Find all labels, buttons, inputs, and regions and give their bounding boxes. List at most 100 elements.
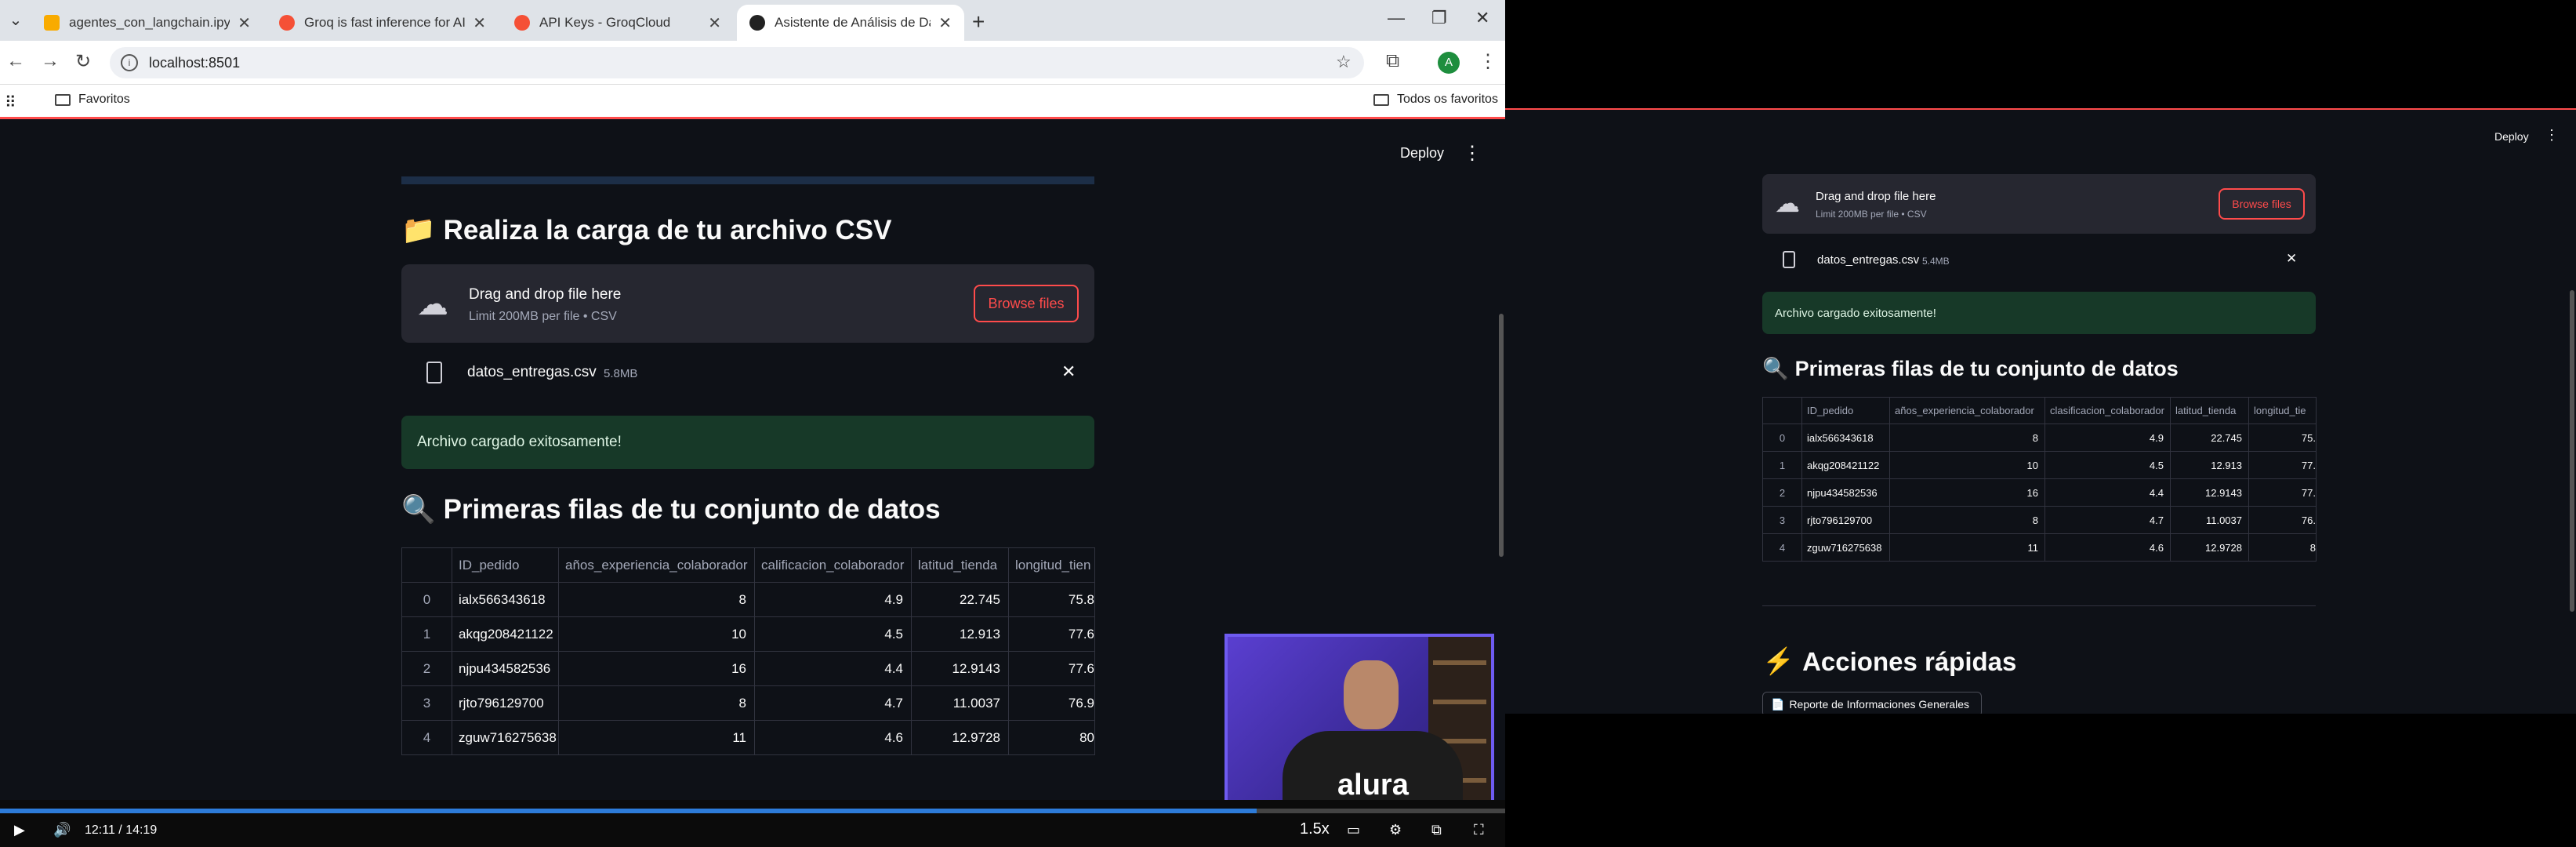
deploy-button[interactable]: Deploy	[2494, 130, 2529, 143]
cell[interactable]: 22.745	[911, 582, 1009, 617]
cell[interactable]: 4.9	[754, 582, 912, 617]
forward-icon[interactable]: →	[41, 50, 60, 72]
cell[interactable]: 11	[1889, 533, 2045, 562]
cell[interactable]: 4.4	[754, 651, 912, 686]
column-header[interactable]: longitud_tie	[2248, 397, 2317, 424]
cell[interactable]: rjto796129700	[1801, 506, 1890, 534]
cell[interactable]: zguw716275638	[452, 720, 559, 755]
column-header[interactable]: ID_pedido	[1801, 397, 1890, 424]
tab-search-icon[interactable]: ⌄	[5, 9, 27, 31]
table-row[interactable]: 3 rjto796129700 8 4.7 11.0037 76.9	[401, 685, 1095, 721]
cell[interactable]: 77.6	[1008, 616, 1095, 652]
close-icon[interactable]: ✕	[708, 13, 721, 33]
table-row[interactable]: 0 ialx566343618 8 4.9 22.745 75.	[1762, 424, 2317, 452]
cell[interactable]: 4.7	[754, 685, 912, 721]
deploy-button[interactable]: Deploy	[1400, 145, 1444, 162]
cell[interactable]: 12.913	[911, 616, 1009, 652]
restore-icon[interactable]: ❐	[1431, 8, 1447, 28]
cell[interactable]: rjto796129700	[452, 685, 559, 721]
browse-files-button[interactable]: Browse files	[2219, 188, 2305, 220]
cell[interactable]: 75.	[2248, 424, 2317, 452]
cell[interactable]: 12.9728	[2170, 533, 2249, 562]
reload-icon[interactable]: ↻	[75, 50, 91, 73]
cell[interactable]: 8	[1889, 506, 2045, 534]
cell[interactable]: 75.8	[1008, 582, 1095, 617]
table-row[interactable]: 2 njpu434582536 16 4.4 12.9143 77.6	[401, 651, 1095, 686]
volume-icon[interactable]: 🔊	[53, 822, 71, 838]
cell[interactable]: 80	[1008, 720, 1095, 755]
close-icon[interactable]: ✕	[238, 13, 251, 33]
new-tab-icon[interactable]: +	[972, 9, 985, 35]
site-info-icon[interactable]: i	[121, 54, 138, 71]
cell[interactable]: 4.6	[2044, 533, 2171, 562]
cell[interactable]: 8	[2248, 533, 2317, 562]
data-preview-table[interactable]: ID_pedido años_experiencia_colaborador c…	[401, 547, 1095, 755]
cell[interactable]: 12.913	[2170, 451, 2249, 479]
profile-avatar[interactable]: A	[1438, 52, 1460, 74]
window-close-icon[interactable]: ✕	[1475, 8, 1489, 28]
cell[interactable]: 12.9143	[2170, 478, 2249, 507]
cell[interactable]: 16	[558, 651, 755, 686]
table-row[interactable]: 3 rjto796129700 8 4.7 11.0037 76.	[1762, 506, 2317, 534]
column-header[interactable]: calificacion_colaborador	[754, 547, 912, 583]
browser-menu-icon[interactable]: ⋮	[1478, 50, 1497, 73]
cell[interactable]: 10	[558, 616, 755, 652]
report-button[interactable]: 📄 Reporte de Informaciones Generales	[1762, 692, 1982, 714]
bookmark-star-icon[interactable]: ☆	[1336, 52, 1351, 72]
close-icon[interactable]: ✕	[473, 13, 486, 33]
close-icon[interactable]: ✕	[938, 13, 952, 33]
cell[interactable]: akqg208421122	[452, 616, 559, 652]
column-header[interactable]: latitud_tienda	[911, 547, 1009, 583]
table-row[interactable]: 2 njpu434582536 16 4.4 12.9143 77.	[1762, 478, 2317, 507]
column-header[interactable]: años_experiencia_colaborador	[1889, 397, 2045, 424]
url-field[interactable]: i localhost:8501	[110, 47, 1364, 78]
column-header[interactable]: longitud_tien	[1008, 547, 1095, 583]
file-uploader[interactable]: ☁ Drag and drop file here Limit 200MB pe…	[401, 264, 1094, 343]
table-row[interactable]: 4 zguw716275638 11 4.6 12.9728 80	[401, 720, 1095, 755]
cell[interactable]: 77.	[2248, 478, 2317, 507]
settings-gear-icon[interactable]: ⚙	[1389, 822, 1402, 838]
cell[interactable]: 11.0037	[2170, 506, 2249, 534]
cell[interactable]: zguw716275638	[1801, 533, 1890, 562]
cell[interactable]: 76.	[2248, 506, 2317, 534]
bookmark-all[interactable]: Todos os favoritos	[1373, 93, 1498, 107]
captions-icon[interactable]: ▭	[1347, 822, 1360, 838]
remove-file-icon[interactable]: ✕	[1061, 362, 1076, 382]
table-row[interactable]: 1 akqg208421122 10 4.5 12.913 77.6	[401, 616, 1095, 652]
cell[interactable]: 77.6	[1008, 651, 1095, 686]
playback-speed[interactable]: 1.5x	[1300, 820, 1330, 838]
apps-icon[interactable]: ⠿	[5, 93, 16, 112]
cell[interactable]: ialx566343618	[452, 582, 559, 617]
data-preview-table[interactable]: ID_pedido años_experiencia_colaborador c…	[1762, 397, 2317, 562]
cell[interactable]: 8	[1889, 424, 2045, 452]
bookmark-favorites[interactable]: Favoritos	[55, 93, 130, 107]
cell[interactable]: 76.9	[1008, 685, 1095, 721]
file-uploader[interactable]: ☁ Drag and drop file here Limit 200MB pe…	[1762, 174, 2316, 234]
cell[interactable]: 10	[1889, 451, 2045, 479]
tab-groq[interactable]: Groq is fast inference for AI bui ✕	[267, 5, 499, 41]
column-header[interactable]: latitud_tienda	[2170, 397, 2249, 424]
cell[interactable]: akqg208421122	[1801, 451, 1890, 479]
tab-notebook[interactable]: agentes_con_langchain.ipynb ✕	[31, 5, 263, 41]
cell[interactable]: 4.5	[754, 616, 912, 652]
cell[interactable]: 12.9728	[911, 720, 1009, 755]
table-row[interactable]: 1 akqg208421122 10 4.5 12.913 77.	[1762, 451, 2317, 479]
minimize-icon[interactable]: —	[1388, 8, 1405, 28]
cell[interactable]: 11	[558, 720, 755, 755]
cell[interactable]: 77.	[2248, 451, 2317, 479]
cell[interactable]: 4.9	[2044, 424, 2171, 452]
cell[interactable]: njpu434582536	[1801, 478, 1890, 507]
cell[interactable]: 12.9143	[911, 651, 1009, 686]
browse-files-button[interactable]: Browse files	[974, 285, 1079, 322]
app-scrollbar[interactable]	[1499, 314, 1504, 557]
cell[interactable]: 16	[1889, 478, 2045, 507]
cell[interactable]: ialx566343618	[1801, 424, 1890, 452]
app-menu-icon[interactable]: ⋮	[2545, 127, 2559, 144]
tab-asistente[interactable]: Asistente de Análisis de Datos ✕	[737, 5, 964, 41]
table-row[interactable]: 4 zguw716275638 11 4.6 12.9728 8	[1762, 533, 2317, 562]
fullscreen-icon[interactable]: ⛶	[1474, 822, 1484, 838]
extensions-icon[interactable]: ⧉	[1386, 50, 1399, 72]
cell[interactable]: 8	[558, 685, 755, 721]
table-row[interactable]: 0 ialx566343618 8 4.9 22.745 75.8	[401, 582, 1095, 617]
miniplayer-icon[interactable]: ⧉	[1431, 822, 1442, 838]
